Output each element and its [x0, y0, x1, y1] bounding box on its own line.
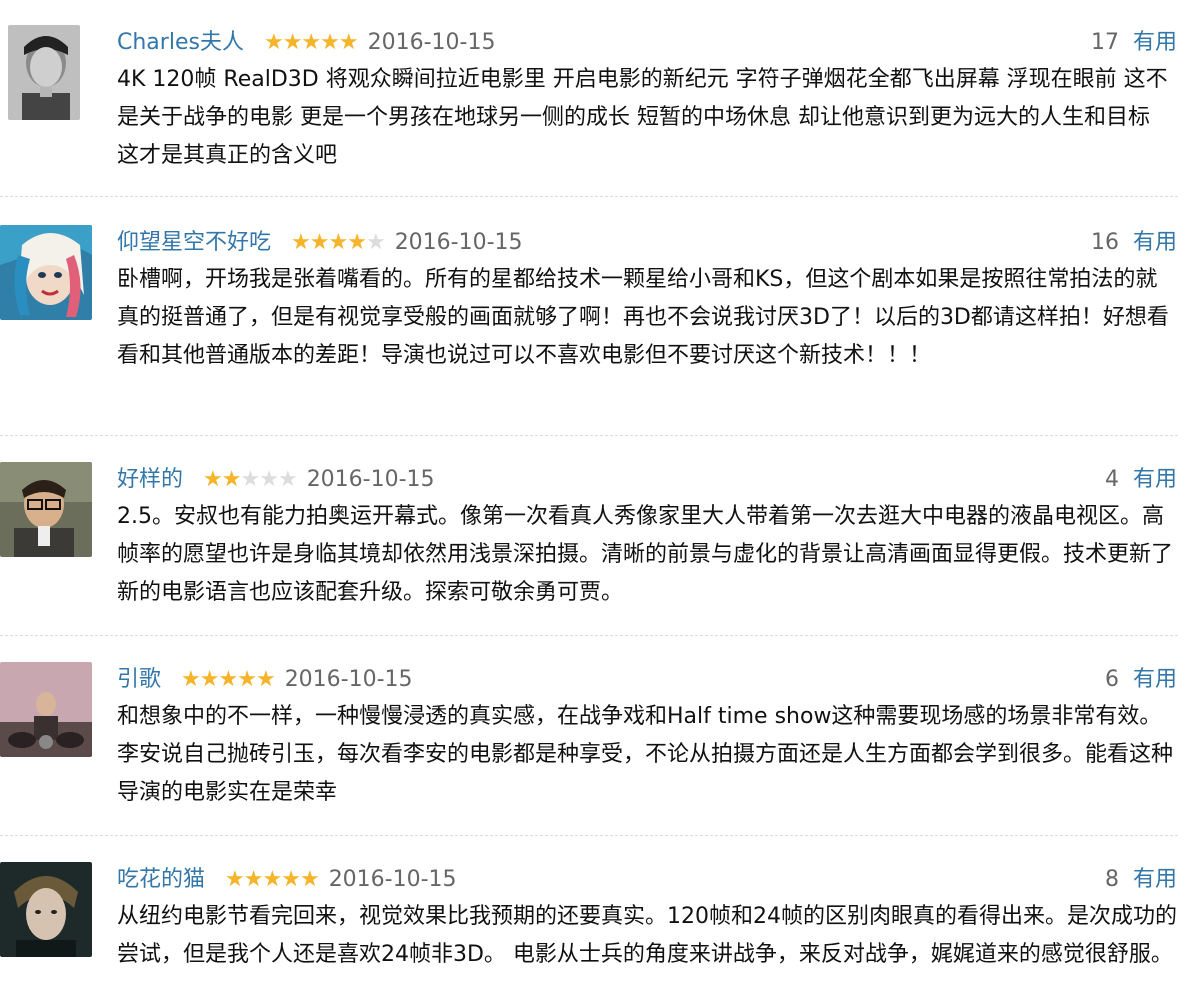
comment-meta: 好样的 ★★★★★ 2016-10-15 4 有用	[117, 462, 1177, 498]
star-empty-icon: ★	[365, 230, 386, 255]
votes-area: 17 有用	[1091, 25, 1177, 61]
rating-stars: ★★★★★	[263, 25, 359, 61]
comment-meta: 引歌 ★★★★★ 2016-10-15 6 有用	[117, 662, 1177, 698]
author-link[interactable]: 引歌	[117, 667, 161, 692]
author-link[interactable]: 吃花的猫	[117, 867, 205, 892]
star-filled-icon: ★	[281, 867, 301, 892]
votes-area: 6 有用	[1105, 662, 1177, 698]
useful-button[interactable]: 有用	[1133, 867, 1177, 892]
rating-stars: ★★★★★	[203, 462, 298, 498]
comment-date: 2016-10-15	[367, 30, 496, 55]
avatar[interactable]	[0, 225, 92, 320]
vote-count: 8	[1104, 867, 1119, 892]
comment-meta: 吃花的猫 ★★★★★ 2016-10-15 8 有用	[117, 862, 1177, 898]
votes-area: 8 有用	[1105, 862, 1177, 898]
divider	[0, 835, 1178, 836]
comment-date: 2016-10-15	[284, 667, 413, 692]
author-link[interactable]: 仰望星空不好吃	[117, 230, 271, 255]
star-filled-icon: ★	[338, 30, 359, 55]
comment-meta: 仰望星空不好吃 ★★★★★ 2016-10-15 16 有用	[117, 225, 1177, 261]
star-filled-icon: ★	[237, 667, 257, 692]
avatar-image	[0, 862, 92, 957]
avatar-image	[0, 225, 92, 320]
star-filled-icon: ★	[199, 667, 220, 692]
avatar-image	[0, 662, 92, 757]
comment-body: 吃花的猫 ★★★★★ 2016-10-15 8 有用 从纽约电影节看完回来，视觉效果比…	[117, 862, 1177, 974]
avatar[interactable]	[0, 462, 92, 557]
useful-button[interactable]: 有用	[1133, 467, 1177, 492]
star-filled-icon: ★	[263, 30, 284, 55]
vote-count: 4	[1104, 467, 1119, 492]
vote-count: 16	[1090, 230, 1119, 255]
comment-body: 好样的 ★★★★★ 2016-10-15 4 有用 2.5。安叔也有能力拍奥运开幕式。…	[117, 462, 1177, 612]
star-filled-icon: ★	[347, 230, 367, 255]
comment-text: 2.5。安叔也有能力拍奥运开幕式。像第一次看真人秀像家里大人带着第一次去逛大中电…	[117, 504, 1174, 605]
vote-count: 17	[1090, 30, 1119, 55]
comment-body: 引歌 ★★★★★ 2016-10-15 6 有用 和想象中的不一样，一种慢慢浸透的真实…	[117, 662, 1177, 812]
author-link[interactable]: 好样的	[117, 467, 183, 492]
star-filled-icon: ★	[243, 867, 264, 892]
comment-text: 4K 120帧 RealD3D 将观众瞬间拉近电影里 开启电影的新纪元 字符子弹…	[117, 67, 1168, 168]
comment-date: 2016-10-15	[394, 230, 523, 255]
avatar[interactable]	[0, 862, 92, 957]
comment-list: Charles夫人 ★★★★★ 2016-10-15 17 有用 4K 120帧 Re…	[0, 0, 1198, 1002]
comment-text: 和想象中的不一样，一种慢慢浸透的真实感，在战争戏和Half time show这…	[117, 704, 1174, 805]
comment-text: 卧槽啊，开场我是张着嘴看的。所有的星都给技术一颗星给小哥和KS，但这个剧本如果是…	[117, 267, 1169, 368]
star-filled-icon: ★	[181, 667, 201, 692]
star-empty-icon: ★	[240, 467, 260, 492]
useful-button[interactable]: 有用	[1133, 230, 1177, 255]
rating-stars: ★★★★★	[291, 225, 386, 261]
star-filled-icon: ★	[221, 467, 242, 492]
star-filled-icon: ★	[255, 667, 276, 692]
star-filled-icon: ★	[218, 667, 238, 692]
star-filled-icon: ★	[320, 30, 340, 55]
star-filled-icon: ★	[282, 30, 303, 55]
star-filled-icon: ★	[299, 867, 320, 892]
star-filled-icon: ★	[309, 230, 330, 255]
star-filled-icon: ★	[262, 867, 282, 892]
divider	[0, 435, 1178, 436]
star-empty-icon: ★	[277, 467, 298, 492]
rating-stars: ★★★★★	[225, 862, 320, 898]
comment-text: 从纽约电影节看完回来，视觉效果比我预期的还要真实。120帧和24帧的区别肉眼真的…	[117, 904, 1177, 967]
comment-body: 仰望星空不好吃 ★★★★★ 2016-10-15 16 有用 卧槽啊，开场我是张着嘴看…	[117, 225, 1177, 375]
comment-meta: Charles夫人 ★★★★★ 2016-10-15 17 有用	[117, 25, 1177, 61]
star-empty-icon: ★	[259, 467, 279, 492]
comment-body: Charles夫人 ★★★★★ 2016-10-15 17 有用 4K 120帧 Re…	[117, 25, 1177, 175]
star-filled-icon: ★	[225, 867, 245, 892]
avatar[interactable]	[0, 662, 92, 757]
star-filled-icon: ★	[203, 467, 223, 492]
author-link[interactable]: Charles夫人	[117, 30, 244, 55]
star-filled-icon: ★	[291, 230, 311, 255]
divider	[0, 196, 1178, 197]
star-filled-icon: ★	[328, 230, 348, 255]
avatar-image	[8, 25, 80, 120]
votes-area: 16 有用	[1091, 225, 1177, 261]
rating-stars: ★★★★★	[181, 662, 276, 698]
comment-date: 2016-10-15	[328, 867, 457, 892]
comment-date: 2016-10-15	[306, 467, 435, 492]
divider	[0, 635, 1178, 636]
votes-area: 4 有用	[1105, 462, 1177, 498]
useful-button[interactable]: 有用	[1133, 30, 1177, 55]
useful-button[interactable]: 有用	[1133, 667, 1177, 692]
vote-count: 6	[1104, 667, 1119, 692]
avatar-image	[0, 462, 92, 557]
avatar[interactable]	[8, 25, 80, 120]
star-filled-icon: ★	[301, 30, 321, 55]
